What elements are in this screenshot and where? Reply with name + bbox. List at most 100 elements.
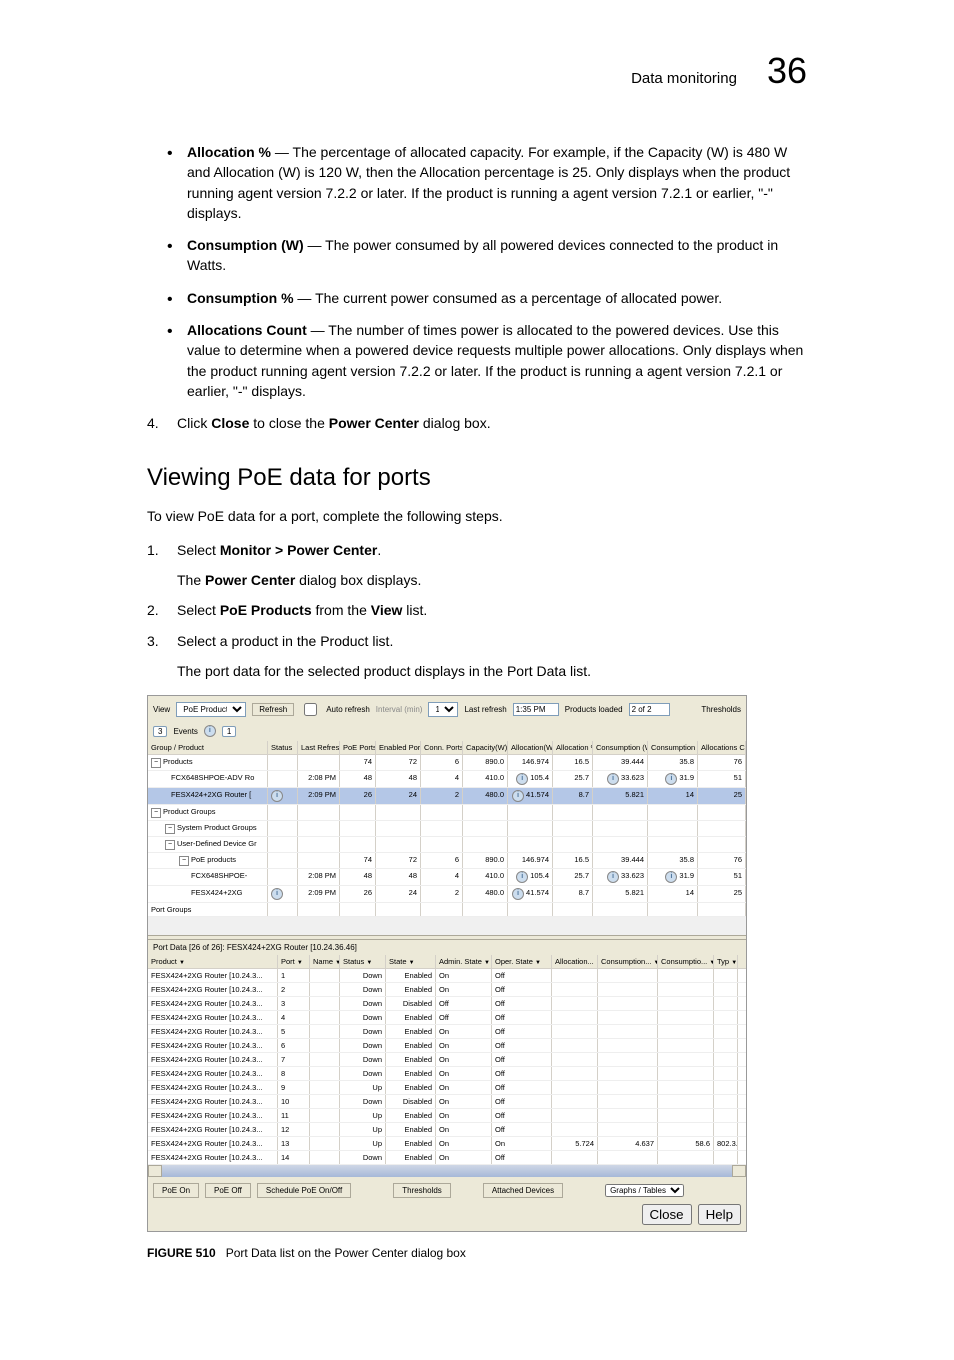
schedule-button[interactable]: Schedule PoE On/Off [257,1183,351,1198]
poe-on-button[interactable]: PoE On [153,1183,199,1198]
port-row[interactable]: FESX424+2XG Router [10.24.3...4DownEnabl… [148,1011,746,1025]
section-heading: Viewing PoE data for ports [147,464,807,492]
cell [552,1025,598,1038]
autorefresh-checkbox[interactable] [304,703,317,716]
cell: 5.821 [593,788,648,804]
cell [598,1053,658,1066]
close-button[interactable]: Close [642,1204,692,1225]
column-header[interactable]: Status [268,741,298,754]
column-header[interactable]: Typ ▼ [714,955,738,968]
definition-item: Consumption % — The current power consum… [187,288,807,308]
products-loaded-field [629,703,670,716]
column-header[interactable]: Last Refresh [298,741,340,754]
cell [376,805,421,820]
cell: 48 [376,869,421,885]
column-header[interactable]: Consumptio... ▼ [658,955,714,968]
tree-row[interactable]: FESX424+2XGi2:09 PM26242480.0i 41.5748.7… [148,886,746,903]
refresh-button[interactable]: Refresh [252,703,294,716]
cell [508,821,553,836]
port-row[interactable]: FESX424+2XG Router [10.24.3...2DownEnabl… [148,983,746,997]
column-header[interactable]: Capacity(W) [463,741,508,754]
port-row[interactable]: FESX424+2XG Router [10.24.3...6DownEnabl… [148,1039,746,1053]
port-row[interactable]: FESX424+2XG Router [10.24.3...9UpEnabled… [148,1081,746,1095]
cell: 2 [278,983,310,996]
port-row[interactable]: FESX424+2XG Router [10.24.3...10DownDisa… [148,1095,746,1109]
cell: Up [340,1081,386,1094]
cell: Enabled [386,969,436,982]
port-row[interactable]: FESX424+2XG Router [10.24.3...14DownEnab… [148,1151,746,1165]
cell [714,1011,738,1024]
column-header[interactable]: Enabled Ports [376,741,421,754]
cell: 16.5 [553,755,593,770]
help-button[interactable]: Help [698,1204,741,1225]
cell: Enabled [386,1025,436,1038]
column-header[interactable]: Name ▼ [310,955,340,968]
tree-row[interactable]: −System Product Groups [148,821,746,837]
cell: −Products [148,755,268,770]
definition-item: Allocation % — The percentage of allocat… [187,142,807,223]
column-header[interactable]: Port ▼ [278,955,310,968]
cell [508,805,553,820]
tree-row[interactable]: Port Groups [148,903,746,917]
cell: 48 [340,869,376,885]
column-header[interactable]: Allocation % [553,741,593,754]
cell: 72 [376,755,421,770]
column-header[interactable]: Oper. State ▼ [492,955,552,968]
tree-row[interactable]: FCX648SHPOE-2:08 PM48484410.0i 105.425.7… [148,869,746,886]
cell: Down [340,983,386,996]
attached-devices-button[interactable]: Attached Devices [483,1183,563,1198]
column-header[interactable]: Consumption (W) [593,741,648,754]
cell: 76 [698,755,746,770]
port-row[interactable]: FESX424+2XG Router [10.24.3...8DownEnabl… [148,1067,746,1081]
cell [658,1039,714,1052]
cell: 4.637 [598,1137,658,1150]
port-row[interactable]: FESX424+2XG Router [10.24.3...5DownEnabl… [148,1025,746,1039]
cell: Enabled [386,1151,436,1164]
column-header[interactable]: Product ▼ [148,955,278,968]
column-header[interactable]: Consumption % [648,741,698,754]
column-header[interactable]: Group / Product [148,741,268,754]
column-header[interactable]: Admin. State ▼ [436,955,492,968]
port-row[interactable]: FESX424+2XG Router [10.24.3...11UpEnable… [148,1109,746,1123]
tree-row[interactable]: FCX648SHPOE-ADV Ro2:08 PM48484410.0i 105… [148,771,746,788]
port-row[interactable]: FESX424+2XG Router [10.24.3...3DownDisab… [148,997,746,1011]
column-header[interactable]: Status ▼ [340,955,386,968]
cell [598,997,658,1010]
graphs-tables-select[interactable]: Graphs / Tables [605,1184,684,1197]
cell [553,821,593,836]
horizontal-scrollbar[interactable] [148,1165,746,1177]
cell: FESX424+2XG Router [10.24.3... [148,1095,278,1108]
column-header[interactable]: PoE Ports [340,741,376,754]
cell: 410.0 [463,771,508,787]
thresholds-count[interactable]: 3 [153,726,167,737]
cell [298,805,340,820]
port-row[interactable]: FESX424+2XG Router [10.24.3...12UpEnable… [148,1123,746,1137]
port-row[interactable]: FESX424+2XG Router [10.24.3...13UpEnable… [148,1137,746,1151]
tree-row[interactable]: −PoE products74726890.0146.97416.539.444… [148,853,746,869]
cell [552,1067,598,1080]
cell: 48 [376,771,421,787]
tree-row[interactable]: −User-Defined Device Gr [148,837,746,853]
interval-label: Interval (min) [376,705,423,714]
port-row[interactable]: FESX424+2XG Router [10.24.3...1DownEnabl… [148,969,746,983]
column-header[interactable]: State ▼ [386,955,436,968]
port-row[interactable]: FESX424+2XG Router [10.24.3...7DownEnabl… [148,1053,746,1067]
cell [298,821,340,836]
interval-select[interactable]: 15 [428,702,458,717]
cell [553,805,593,820]
column-header[interactable]: Allocations Co... [698,741,746,754]
column-header[interactable]: Allocation... ▼ [552,955,598,968]
thresholds-button[interactable]: Thresholds [393,1183,451,1198]
header-section: Data monitoring [631,70,737,87]
tree-row[interactable]: −Product Groups [148,805,746,821]
column-header[interactable]: Consumption... ▼ [598,955,658,968]
tree-row[interactable]: FESX424+2XG Router [i2:09 PM26242480.0i … [148,788,746,805]
view-select[interactable]: PoE Products [176,702,246,717]
cell: 146.974 [508,853,553,868]
column-header[interactable]: Conn. Ports [421,741,463,754]
cell: Down [340,997,386,1010]
poe-off-button[interactable]: PoE Off [205,1183,251,1198]
column-header[interactable]: Allocation(W) [508,741,553,754]
events-count[interactable]: 1 [222,726,236,737]
tree-row[interactable]: −Products74726890.0146.97416.539.44435.8… [148,755,746,771]
